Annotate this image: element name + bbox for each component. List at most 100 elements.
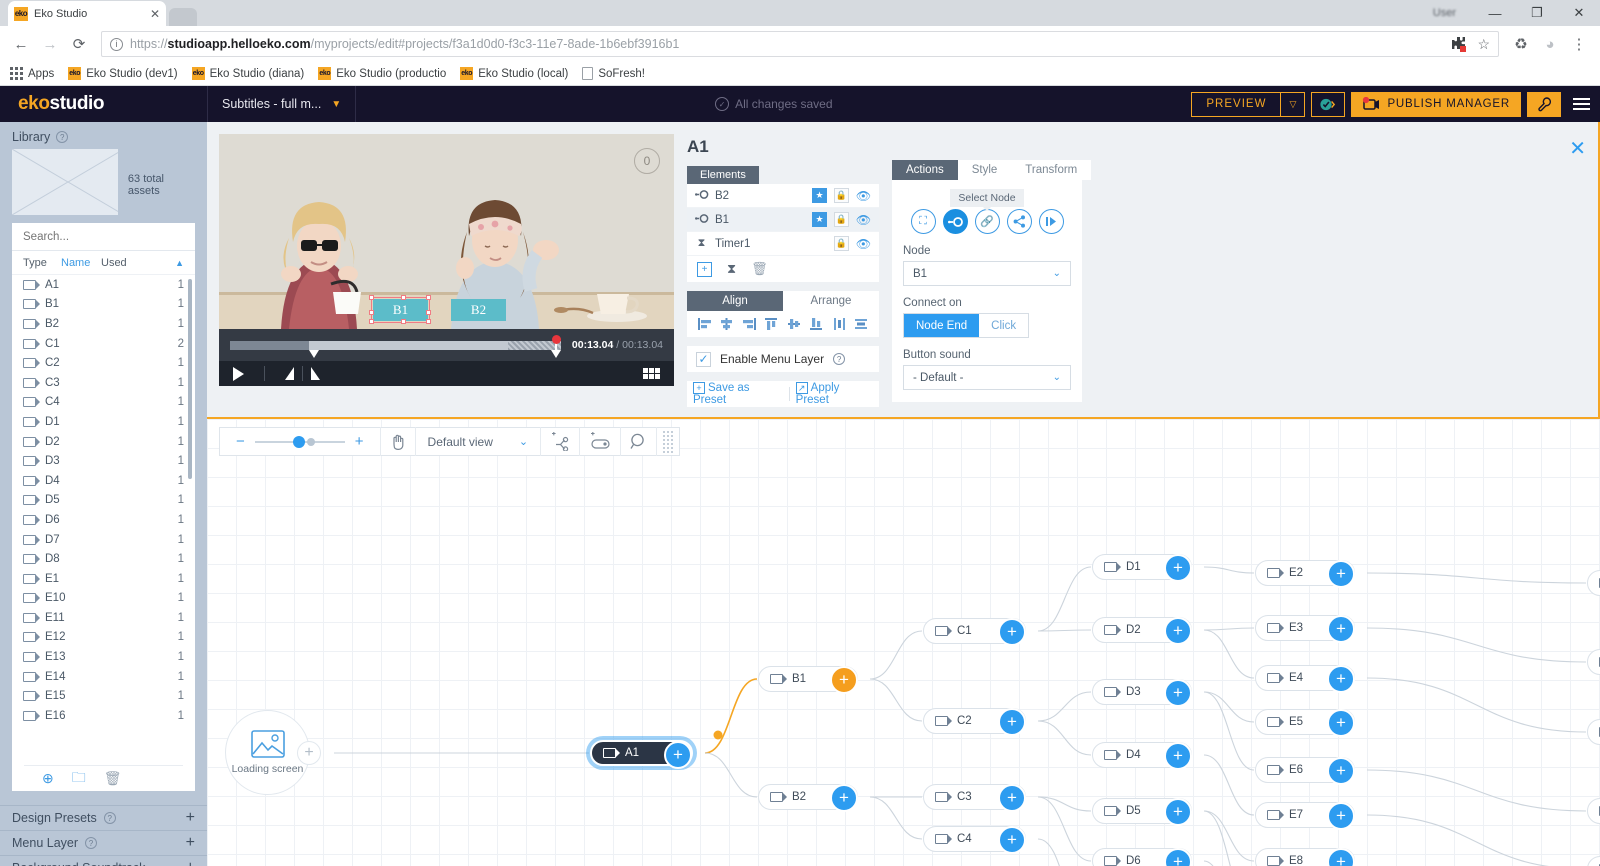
add-element-icon[interactable]: + [697, 262, 712, 277]
asset-row[interactable]: A11 [12, 275, 195, 295]
align-left-icon[interactable] [697, 317, 712, 331]
visibility-eye-icon[interactable]: 👁 [856, 212, 871, 227]
browser-tab[interactable]: eko Eko Studio ✕ [8, 1, 166, 26]
zoom-control[interactable]: − + [220, 427, 381, 456]
distribute-v-icon[interactable] [854, 317, 869, 331]
tab-align[interactable]: Align [687, 291, 783, 311]
graph-node-e4[interactable]: E4+ [1255, 665, 1355, 691]
help-icon[interactable]: ? [56, 131, 68, 143]
asset-row[interactable]: D51 [12, 491, 195, 511]
delete-icon[interactable]: 🗑 [104, 770, 122, 787]
sidebar-section-design-presets[interactable]: Design Presets?+ [0, 805, 207, 830]
graph-node-c1[interactable]: C1+ [923, 618, 1026, 644]
graph-node-d5[interactable]: D5+ [1092, 798, 1192, 824]
add-connection-button[interactable]: + [1327, 665, 1355, 693]
graph-node-e7[interactable]: E7+ [1255, 802, 1355, 828]
timeline-track[interactable] [230, 341, 561, 350]
app-logo[interactable]: ekostudio [0, 93, 207, 115]
add-connection-button[interactable]: + [1327, 848, 1355, 866]
close-icon[interactable]: ✕ [150, 7, 160, 21]
graph-node-d6[interactable]: D6+ [1092, 848, 1192, 866]
search-graph-button[interactable] [621, 427, 657, 456]
graph-node-c3[interactable]: C3+ [923, 784, 1026, 810]
help-icon[interactable]: ? [833, 353, 845, 365]
asset-row[interactable]: E151 [12, 686, 195, 706]
lock-icon[interactable]: 🔒 [834, 236, 849, 251]
add-timer-icon[interactable]: ⧗ [727, 261, 736, 277]
tab-elements[interactable]: Elements [687, 166, 759, 184]
graph-node-e6[interactable]: E6+ [1255, 757, 1355, 783]
link-action-icon[interactable]: 🔗 [975, 209, 1000, 234]
lock-icon[interactable]: 🔒 [834, 212, 849, 227]
asset-row[interactable]: D11 [12, 412, 195, 432]
column-name[interactable]: Name [61, 257, 101, 269]
graph-node-e5[interactable]: E5+ [1255, 709, 1355, 735]
tab-actions[interactable]: Actions [892, 160, 958, 180]
graph-node-b1[interactable]: B1+ [758, 666, 858, 692]
asset-row[interactable]: C12 [12, 334, 195, 354]
column-type[interactable]: Type [23, 257, 61, 269]
favorite-icon[interactable]: ★ [812, 188, 827, 203]
graph-node-c2[interactable]: C2+ [923, 708, 1026, 734]
graph-node-e3[interactable]: E3+ [1255, 615, 1355, 641]
graph-node-d1[interactable]: D1+ [1092, 554, 1192, 580]
element-row[interactable]: B2★🔒👁 [687, 184, 879, 208]
asset-row[interactable]: C41 [12, 393, 195, 413]
node-select[interactable]: B1 ⌄ [903, 261, 1071, 286]
preview-button[interactable]: PREVIEW ▽ [1191, 92, 1305, 117]
menu-hamburger-icon[interactable] [1567, 98, 1590, 110]
tab-transform[interactable]: Transform [1011, 160, 1091, 180]
select-node-action-icon[interactable] [943, 209, 968, 234]
grid-toggle-icon[interactable] [643, 368, 660, 379]
mark-out-icon[interactable] [311, 367, 320, 380]
search-box[interactable] [12, 223, 195, 251]
graph-node-c4[interactable]: C4+ [923, 826, 1026, 852]
button-sound-select[interactable]: - Default - ⌄ [903, 365, 1071, 390]
menu-layer-badge[interactable]: 0 [634, 148, 660, 174]
resize-handle[interactable] [426, 319, 431, 324]
asset-row[interactable]: C31 [12, 373, 195, 393]
settings-wrench-button[interactable] [1527, 92, 1561, 117]
add-connection-button[interactable]: + [998, 784, 1026, 812]
graph-node-b2[interactable]: B2+ [758, 784, 858, 810]
back-icon[interactable]: ← [8, 31, 34, 57]
resize-handle[interactable] [369, 295, 374, 300]
zoom-in-button[interactable]: + [348, 433, 371, 450]
bookmark-eko-local[interactable]: eko Eko Studio (local) [460, 67, 568, 80]
delete-element-icon[interactable]: 🗑 [751, 261, 768, 277]
add-icon[interactable]: + [186, 809, 195, 827]
loading-screen-node[interactable]: Loading screen + [225, 710, 310, 795]
add-connection-button[interactable]: + [830, 784, 858, 812]
new-folder-icon[interactable]: 🗀 [72, 767, 86, 791]
graph-node-e2[interactable]: E2+ [1255, 560, 1355, 586]
close-editor-icon[interactable]: ✕ [1569, 136, 1586, 161]
asset-row[interactable]: D71 [12, 530, 195, 550]
asset-row[interactable]: B21 [12, 314, 195, 334]
asset-list-scrollbar[interactable] [188, 279, 192, 479]
node-graph[interactable]: Loading screen + A1+B1+B2+C1+C2+C3+C4+D1… [207, 419, 1600, 866]
view-selector[interactable]: Default view ⌄ [416, 427, 542, 456]
add-asset-icon[interactable]: ⊕ [42, 770, 54, 787]
add-connection-button[interactable]: + [830, 666, 858, 694]
graph-node-d3[interactable]: D3+ [1092, 679, 1192, 705]
graph-node-d2[interactable]: D2+ [1092, 617, 1192, 643]
favorite-icon[interactable]: ★ [812, 212, 827, 227]
extensions-icon[interactable] [1451, 36, 1467, 52]
maximize-icon[interactable]: ❐ [1516, 0, 1558, 26]
add-connection-button[interactable]: + [1327, 757, 1355, 785]
asset-row[interactable]: D31 [12, 451, 195, 471]
asset-row[interactable]: D61 [12, 510, 195, 530]
menu-layer-checkbox[interactable]: ✓ [696, 352, 711, 367]
add-connection-button[interactable]: + [1327, 802, 1355, 830]
asset-row[interactable]: E11 [12, 569, 195, 589]
zoom-slider[interactable] [255, 441, 345, 443]
share-link-button[interactable] [1311, 92, 1345, 117]
tab-arrange[interactable]: Arrange [783, 291, 879, 311]
graph-node-d4[interactable]: D4+ [1092, 742, 1192, 768]
add-connection-button[interactable]: + [1164, 554, 1192, 582]
asset-row[interactable]: E111 [12, 608, 195, 628]
element-row[interactable]: ⧗Timer1🔒👁 [687, 232, 879, 256]
preview-dropdown-icon[interactable]: ▽ [1280, 93, 1304, 116]
resize-handle[interactable] [369, 319, 374, 324]
video-frame[interactable]: 0 B1 B2 [219, 134, 674, 329]
